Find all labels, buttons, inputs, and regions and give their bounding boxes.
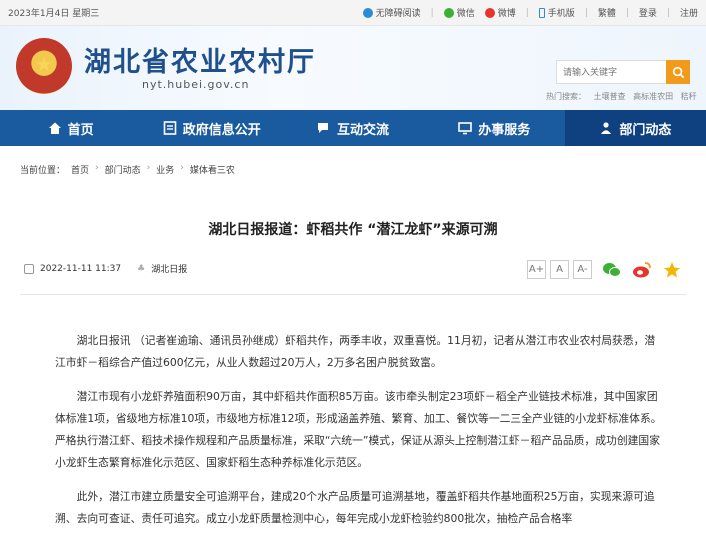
accessibility-link[interactable]: 无障碍阅读 — [362, 6, 421, 19]
divider: | — [666, 7, 670, 18]
weibo-icon — [633, 261, 651, 277]
breadcrumb-item[interactable]: 首页 — [71, 163, 89, 176]
search-input[interactable] — [556, 60, 666, 84]
search-button[interactable] — [666, 60, 690, 84]
divider: | — [525, 7, 529, 18]
wechat-link[interactable]: 微信 — [443, 6, 475, 19]
main-nav: 首页 政府信息公开 互动交流 办事服务 部门动态 — [0, 110, 706, 146]
chevron-right-icon: › — [180, 163, 184, 173]
current-date: 2023年1月4日 星期三 — [8, 9, 100, 19]
wechat-icon — [443, 7, 454, 18]
share-wechat-button[interactable] — [602, 261, 622, 279]
article-meta: 2022-11-11 11:37 ♣ 湖北日报 — [24, 262, 187, 275]
article-paragraph: 此外，潜江市建立质量安全可追溯平台，建成20个水产品质量可追溯基地，覆盖虾稻共作… — [55, 490, 655, 525]
divider: | — [625, 7, 629, 18]
weibo-link[interactable]: 微博 — [484, 6, 516, 19]
chevron-right-icon: › — [95, 163, 99, 173]
hot-term[interactable]: 秸秆 — [681, 92, 697, 101]
monitor-icon — [458, 122, 473, 135]
chat-icon — [318, 123, 328, 133]
nav-services[interactable]: 办事服务 — [424, 110, 565, 146]
nav-home[interactable]: 首页 — [0, 110, 141, 146]
breadcrumb-label: 当前位置： — [20, 166, 66, 176]
site-title[interactable]: 湖北省农业农村厅 — [84, 40, 316, 79]
traditional-link[interactable]: 繁體 — [598, 6, 616, 19]
source-icon: ♣ — [137, 263, 146, 274]
font-decrease-button[interactable]: A- — [573, 260, 592, 279]
font-default-button[interactable]: A — [550, 260, 569, 279]
article-body: 湖北日报讯 （记者崔逾瑜、通讯员孙继成）虾稻共作，两季丰收，双重喜悦。11月初，… — [55, 330, 663, 542]
search-icon — [672, 66, 684, 78]
register-link[interactable]: 注册 — [680, 6, 698, 19]
article-title: 湖北日报报道：虾稻共作 “潜江龙虾”来源可溯 — [208, 222, 498, 238]
article-paragraph: 潜江市现有小龙虾养殖面积90万亩，其中虾稻共作面积85万亩。该市牵头制定23项虾… — [55, 390, 662, 469]
nav-gov-info[interactable]: 政府信息公开 — [141, 110, 282, 146]
top-bar: 2023年1月4日 星期三 无障碍阅读 | 微信 微博 | 手机版 | 繁體 |… — [0, 0, 706, 26]
breadcrumb-item[interactable]: 部门动态 — [105, 163, 141, 176]
share-weibo-button[interactable] — [632, 261, 652, 279]
title-divider — [20, 294, 686, 295]
divider: | — [430, 7, 434, 18]
nav-dept-news[interactable]: 部门动态 — [564, 110, 706, 146]
hot-search-label: 热门搜索： — [546, 92, 586, 101]
search-box — [556, 60, 690, 84]
national-emblem-logo — [16, 38, 72, 94]
calendar-icon — [24, 263, 34, 274]
article-paragraph: 湖北日报讯 （记者崔逾瑜、通讯员孙继成）虾稻共作，两季丰收，双重喜悦。11月初，… — [55, 334, 656, 369]
breadcrumb: 当前位置： 首页 › 部门动态 › 业务 › 媒体看三农 — [20, 163, 235, 176]
article-date: 2022-11-11 11:37 — [40, 263, 122, 274]
chevron-right-icon: › — [146, 163, 151, 173]
mobile-link[interactable]: 手机版 — [538, 6, 575, 19]
person-icon — [601, 122, 612, 134]
star-icon — [664, 261, 680, 277]
nav-interaction[interactable]: 互动交流 — [282, 110, 423, 146]
hot-term[interactable]: 高标准农田 — [633, 92, 673, 101]
divider: | — [584, 7, 588, 18]
breadcrumb-item[interactable]: 媒体看三农 — [190, 163, 235, 176]
hot-term[interactable]: 土壤普查 — [594, 92, 626, 101]
hot-search: 热门搜索： 土壤普查 高标准农田 秸秆 — [546, 91, 702, 102]
accessibility-icon — [362, 7, 373, 18]
login-link[interactable]: 登录 — [639, 6, 657, 19]
article-source: 湖北日报 — [151, 265, 188, 275]
phone-icon — [538, 7, 545, 18]
weibo-icon — [484, 7, 495, 18]
article-tools: A+ A A- — [527, 260, 682, 279]
wechat-icon — [603, 262, 621, 277]
font-increase-button[interactable]: A+ — [527, 260, 546, 279]
home-icon — [48, 122, 61, 134]
favorite-button[interactable] — [662, 261, 682, 279]
document-icon — [163, 121, 177, 135]
breadcrumb-item[interactable]: 业务 — [156, 163, 174, 176]
site-url: nyt.hubei.gov.cn — [142, 78, 250, 91]
